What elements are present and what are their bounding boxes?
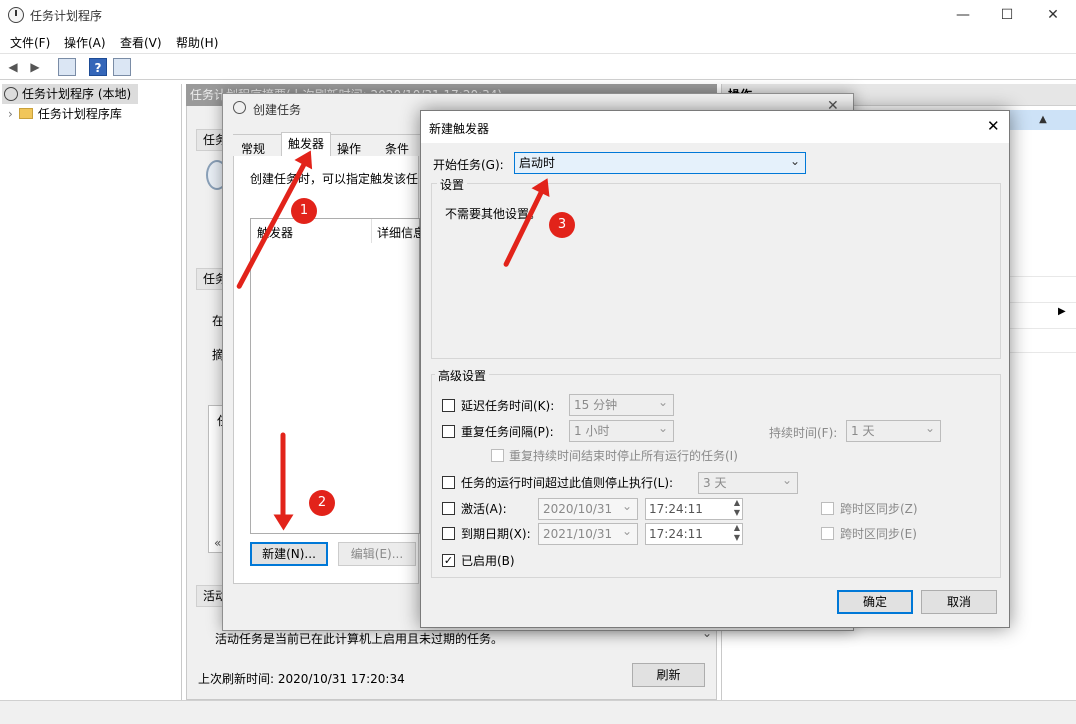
column-divider	[371, 219, 372, 243]
close-window-button[interactable]: ✕	[1030, 0, 1076, 30]
minimize-button[interactable]: —	[940, 0, 986, 30]
chevron-down-icon: ⌄	[789, 154, 800, 168]
triggers-description: 创建任务时，可以指定触发该任务的条件。	[250, 172, 418, 186]
expire-checkbox[interactable]	[442, 527, 455, 540]
cancel-button[interactable]: 取消	[921, 590, 997, 614]
advanced-group-label: 高级设置	[435, 367, 490, 384]
sync-timezone-2-label: 跨时区同步(E)	[840, 527, 917, 541]
begin-task-label: 开始任务(G):	[433, 158, 504, 172]
enabled-checkbox[interactable]: ✓	[442, 554, 455, 567]
settings-group-label: 设置	[437, 176, 468, 193]
spinner-icon[interactable]: ▲ ▼	[734, 523, 740, 543]
navigation-tree: 任务计划程序 (本地) › 任务计划程序库	[0, 84, 182, 700]
ok-button[interactable]: 确定	[837, 590, 913, 614]
stop-longer-select[interactable]: 3 天	[698, 470, 798, 494]
repeat-label: 重复任务间隔(P):	[461, 425, 554, 439]
tree-item-local[interactable]: 任务计划程序 (本地)	[2, 84, 138, 104]
delay-checkbox[interactable]	[442, 399, 455, 412]
annotation-badge-2: 2	[309, 490, 335, 516]
stop-repeat-checkbox[interactable]	[491, 449, 504, 462]
expire-date-picker[interactable]: 2021/10/31	[538, 521, 638, 545]
new-trigger-button[interactable]: 新建(N)...	[250, 542, 328, 566]
activate-time-input[interactable]: 17:24:11 ▲ ▼	[645, 498, 743, 520]
tab-general[interactable]: 常规	[241, 140, 265, 157]
delay-select[interactable]: 15 分钟	[569, 392, 674, 416]
triggers-tab-panel: 创建任务时，可以指定触发该任务的条件。 触发器 详细信息 新建(N)... 编辑…	[233, 156, 425, 584]
menu-view[interactable]: 查看(V)	[120, 34, 162, 51]
active-tasks-text: 活动任务是当前已在此计算机上启用且未过期的任务。	[215, 632, 504, 646]
expire-time-input[interactable]: 17:24:11 ▲ ▼	[645, 523, 743, 545]
tab-conditions[interactable]: 条件	[385, 140, 409, 157]
spinner-icon[interactable]: ▲ ▼	[734, 498, 740, 518]
chevron-right-icon[interactable]: ›	[8, 107, 13, 121]
begin-task-select[interactable]: 启动时 ⌄	[514, 152, 806, 174]
duration-select[interactable]: 1 天	[846, 418, 941, 442]
col-header-detail: 详细信息	[377, 226, 426, 240]
folder-icon	[18, 108, 33, 119]
status-bar	[0, 700, 1076, 724]
clock-icon	[8, 7, 24, 23]
back-icon[interactable]: ◀	[4, 58, 22, 76]
stop-longer-checkbox[interactable]	[442, 476, 455, 489]
repeat-checkbox[interactable]	[442, 425, 455, 438]
enabled-label: 已启用(B)	[461, 554, 515, 568]
clock-icon	[4, 87, 18, 101]
submenu-arrow-icon[interactable]: ▶	[1058, 306, 1066, 317]
new-trigger-close-button[interactable]: ✕	[987, 117, 1000, 135]
stop-repeat-label: 重复持续时间结束时停止所有运行的任务(I)	[509, 449, 738, 463]
refresh-button[interactable]: 刷新	[632, 663, 705, 687]
stop-longer-label: 任务的运行时间超过此值则停止执行(L):	[461, 476, 674, 490]
triggers-list[interactable]: 触发器 详细信息	[250, 218, 425, 534]
menu-action[interactable]: 操作(A)	[64, 34, 106, 51]
new-trigger-titlebar	[421, 111, 1009, 143]
help-icon[interactable]: ?	[89, 58, 107, 76]
edit-trigger-button[interactable]: 编辑(E)...	[338, 542, 416, 566]
clock-icon	[233, 101, 246, 114]
scroll-left-icon[interactable]: «	[214, 536, 221, 550]
window-title: 任务计划程序	[30, 9, 103, 23]
forward-icon[interactable]: ▶	[26, 58, 44, 76]
repeat-select[interactable]: 1 小时	[569, 418, 674, 442]
delay-label: 延迟任务时间(K):	[461, 399, 555, 413]
maximize-button[interactable]: ☐	[984, 0, 1030, 30]
activate-date-picker[interactable]: 2020/10/31	[538, 496, 638, 520]
activate-label: 激活(A):	[461, 502, 507, 516]
show-hide-action-pane-icon[interactable]	[113, 58, 131, 76]
last-refresh-text: 上次刷新时间: 2020/10/31 17:20:34	[198, 672, 405, 686]
new-trigger-title: 新建触发器	[429, 122, 490, 136]
toolbar: ◀ ▶ ?	[0, 53, 1076, 80]
tree-item-library[interactable]: › 任务计划程序库	[8, 104, 122, 124]
menu-help[interactable]: 帮助(H)	[176, 34, 218, 51]
annotation-badge-3: 3	[549, 212, 575, 238]
tab-actions[interactable]: 操作	[337, 140, 361, 157]
sync-timezone-2-checkbox[interactable]	[821, 527, 834, 540]
activate-checkbox[interactable]	[442, 502, 455, 515]
duration-label: 持续时间(F):	[769, 426, 838, 440]
sync-timezone-1-checkbox[interactable]	[821, 502, 834, 515]
new-trigger-dialog: 新建触发器 ✕ 开始任务(G): 启动时 ⌄ 设置 不需要其他设置。 高级设置 …	[420, 110, 1010, 628]
title-bar: 任务计划程序 — ☐ ✕	[0, 0, 1076, 30]
annotation-arrow-2	[280, 432, 286, 525]
create-task-title: 创建任务	[253, 103, 302, 117]
menu-file[interactable]: 文件(F)	[10, 34, 50, 51]
collapse-icon[interactable]: ▲	[1010, 110, 1076, 130]
expire-label: 到期日期(X):	[461, 527, 531, 541]
menu-bar: 文件(F) 操作(A) 查看(V) 帮助(H)	[0, 30, 1076, 52]
show-hide-tree-icon[interactable]	[58, 58, 76, 76]
sync-timezone-1-label: 跨时区同步(Z)	[840, 502, 918, 516]
annotation-badge-1: 1	[291, 198, 317, 224]
